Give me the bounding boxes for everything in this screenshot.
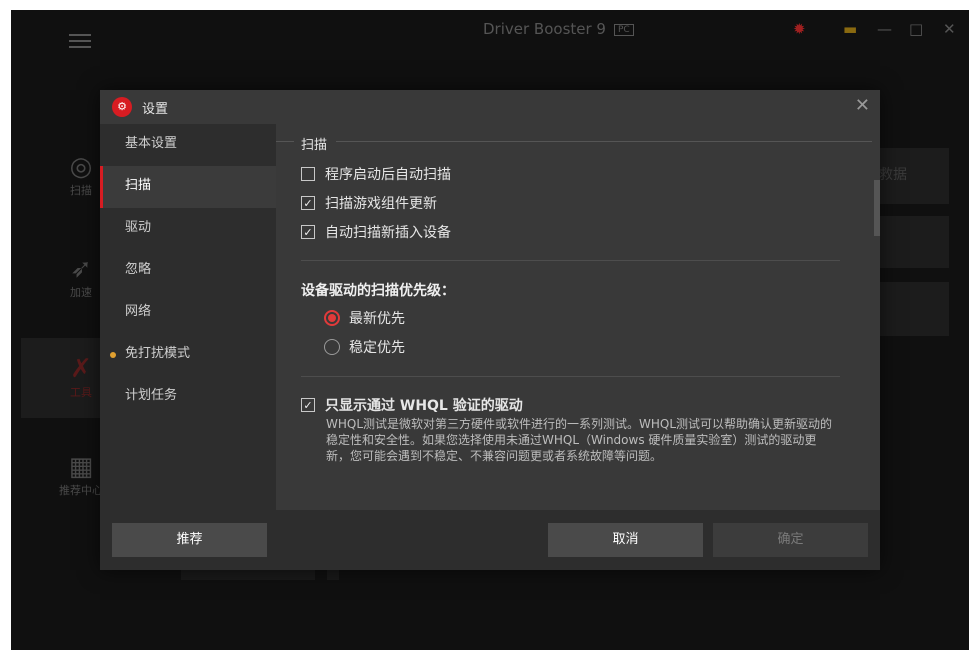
- radio-stable-first[interactable]: 稳定优先: [324, 337, 405, 357]
- section-title: 扫描: [301, 138, 328, 153]
- sidebar-item-label: 基本设置: [125, 136, 178, 151]
- left-nav-scan-label: 扫描: [70, 184, 92, 197]
- gift-icon[interactable]: ✹: [793, 20, 806, 38]
- message-icon[interactable]: ▬: [843, 20, 857, 38]
- sidebar-item-label: 网络: [125, 304, 152, 319]
- option-scan-game-components[interactable]: ✓ 扫描游戏组件更新: [301, 193, 437, 213]
- sidebar-item-schedule[interactable]: 计划任务: [100, 376, 276, 418]
- app-title-text: Driver Booster 9: [483, 20, 606, 38]
- option-label: 扫描游戏组件更新: [325, 196, 437, 212]
- option-label: 自动扫描新插入设备: [325, 225, 451, 241]
- scrollbar[interactable]: [874, 180, 880, 236]
- bg-panel-3: [873, 282, 949, 336]
- sidebar-item-label: 驱动: [125, 220, 152, 235]
- app-title: Driver Booster 9 PC: [483, 20, 634, 38]
- bg-panel-2: [873, 216, 949, 268]
- left-nav-recommend-label: 推荐中心: [59, 484, 103, 497]
- dialog-header: ⚙ 设置 ✕: [100, 90, 880, 124]
- sidebar-item-driver[interactable]: 驱动: [100, 208, 276, 250]
- ok-button[interactable]: 确定: [713, 523, 868, 557]
- sidebar-item-label: 扫描: [125, 178, 152, 193]
- option-auto-scan-on-start[interactable]: 程序启动后自动扫描: [301, 164, 451, 184]
- close-icon[interactable]: ✕: [855, 95, 870, 116]
- app-title-badge: PC: [613, 24, 634, 36]
- menu-icon[interactable]: [69, 34, 91, 48]
- priority-label: 设备驱动的扫描优先级：: [301, 283, 455, 299]
- divider: [301, 260, 840, 261]
- checkbox[interactable]: [301, 167, 315, 181]
- sidebar-item-ignore[interactable]: 忽略: [100, 250, 276, 292]
- dialog-footer: 推荐 取消 确定: [100, 510, 880, 570]
- sidebar-item-network[interactable]: 网络: [100, 292, 276, 334]
- recommend-button[interactable]: 推荐: [112, 523, 267, 557]
- close-window-icon[interactable]: ✕: [943, 20, 956, 38]
- checkbox-checked[interactable]: ✓: [301, 225, 315, 239]
- option-label: 只显示通过 WHQL 验证的驱动: [325, 398, 523, 414]
- bg-bar-2: [327, 570, 339, 580]
- bg-bar-1: [181, 570, 315, 580]
- whql-description: WHQL测试是微软对第三方硬件或软件进行的一系列测试。WHQL测试可以帮助确认更…: [326, 417, 833, 463]
- maximize-icon[interactable]: □: [909, 20, 923, 38]
- option-label: 程序启动后自动扫描: [325, 167, 451, 183]
- sidebar-item-label: 免打扰模式: [125, 346, 191, 361]
- sidebar-item-label: 计划任务: [125, 388, 178, 403]
- bg-panel-text: 救据: [879, 167, 907, 183]
- left-nav-boost-label: 加速: [70, 286, 92, 299]
- cancel-button[interactable]: 取消: [548, 523, 703, 557]
- settings-dialog: ⚙ 设置 ✕ 基本设置 扫描 驱动 忽略 网络 免打扰模式 计划任务 扫描 程序…: [100, 90, 880, 570]
- checkbox-checked[interactable]: ✓: [301, 196, 315, 210]
- radio[interactable]: [324, 339, 340, 355]
- option-whql-only[interactable]: ✓ 只显示通过 WHQL 验证的驱动: [301, 395, 523, 415]
- minimize-icon[interactable]: —: [877, 20, 892, 38]
- radio-label: 稳定优先: [349, 340, 405, 356]
- section-divider: [336, 141, 872, 142]
- radio-label: 最新优先: [349, 311, 405, 327]
- section-divider-left: [276, 141, 294, 142]
- settings-content: 扫描 程序启动后自动扫描 ✓ 扫描游戏组件更新 ✓ 自动扫描新插入设备 设备驱动的扫…: [276, 124, 880, 510]
- checkbox-checked[interactable]: ✓: [301, 398, 315, 412]
- sidebar-item-label: 忽略: [125, 262, 152, 277]
- divider: [301, 376, 840, 377]
- radio-latest-first[interactable]: 最新优先: [324, 308, 405, 328]
- dialog-title: 设置: [142, 102, 169, 117]
- sidebar-item-dnd[interactable]: 免打扰模式: [100, 334, 276, 376]
- settings-sidebar: 基本设置 扫描 驱动 忽略 网络 免打扰模式 计划任务: [100, 124, 276, 510]
- option-scan-new-devices[interactable]: ✓ 自动扫描新插入设备: [301, 222, 451, 242]
- sidebar-item-scan[interactable]: 扫描: [100, 166, 276, 208]
- bg-panel-1: 救据: [873, 148, 949, 204]
- app-logo-icon: ⚙: [112, 97, 132, 117]
- sidebar-item-basic[interactable]: 基本设置: [100, 124, 276, 166]
- left-nav-tools-label: 工具: [70, 386, 92, 399]
- notification-dot: [110, 352, 116, 358]
- radio-selected[interactable]: [324, 310, 340, 326]
